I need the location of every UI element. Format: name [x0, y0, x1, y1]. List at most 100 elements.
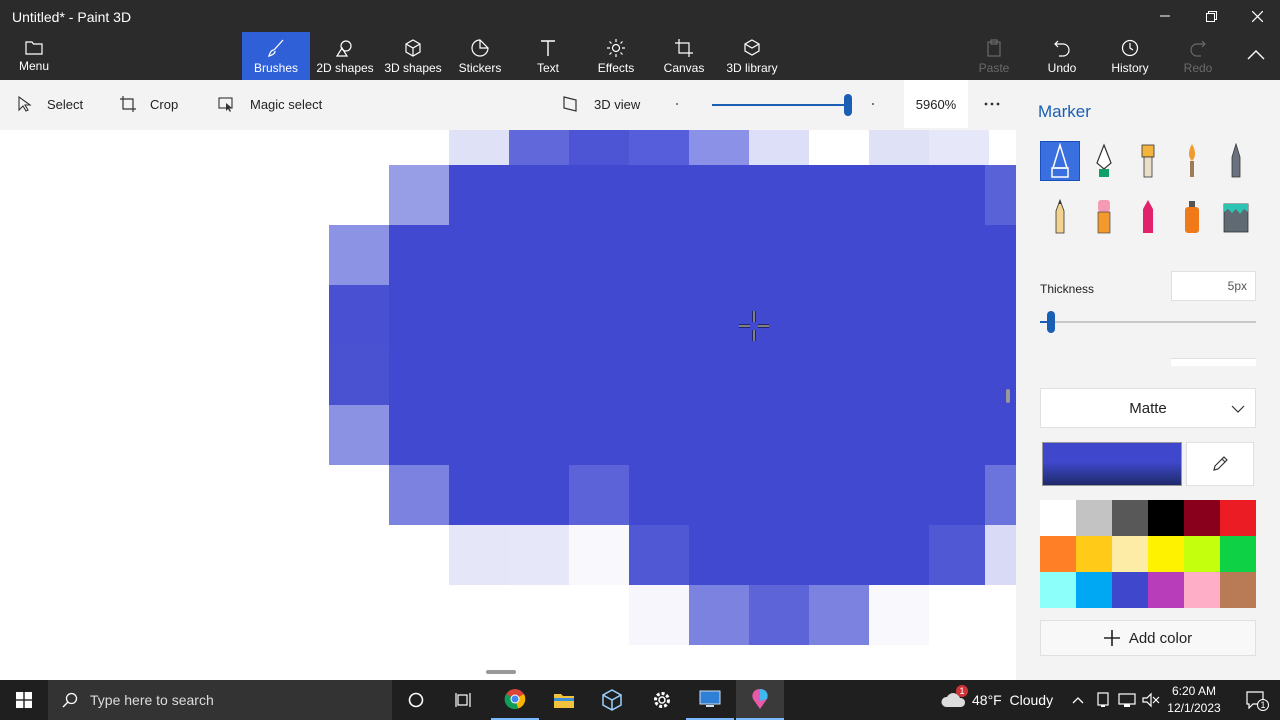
- canvas-pixel: [809, 345, 869, 405]
- text-icon: [541, 40, 555, 56]
- canvas-pixel: [749, 525, 809, 585]
- tab-3d-shapes[interactable]: 3D shapes: [382, 32, 444, 80]
- device-tray-button[interactable]: [1092, 680, 1114, 720]
- thickness-slider-thumb[interactable]: [1046, 311, 1055, 333]
- canvas-pixel: [809, 405, 869, 465]
- color-swatch[interactable]: [1076, 500, 1112, 536]
- network-button[interactable]: [1116, 680, 1138, 720]
- spray-can-button[interactable]: [1172, 197, 1212, 237]
- task-view-button[interactable]: [440, 680, 488, 720]
- color-swatch[interactable]: [1220, 572, 1256, 608]
- paste-button[interactable]: Paste: [970, 32, 1018, 80]
- taskbar-paint-3d[interactable]: [736, 680, 784, 720]
- tab-text[interactable]: Text: [524, 32, 572, 80]
- redo-button[interactable]: Redo: [1174, 32, 1222, 80]
- color-swatch[interactable]: [1040, 500, 1076, 536]
- volume-button[interactable]: [1140, 680, 1162, 720]
- canvas-pixel: [629, 585, 689, 645]
- color-swatch[interactable]: [1184, 536, 1220, 572]
- thickness-input[interactable]: 5px: [1171, 271, 1256, 301]
- color-swatch[interactable]: [1076, 536, 1112, 572]
- pixel-pen-button[interactable]: [1216, 141, 1256, 181]
- canvas-pixel: [629, 165, 689, 225]
- more-options-button[interactable]: [984, 80, 1014, 128]
- oil-brush-button[interactable]: [1128, 141, 1168, 181]
- watercolor-brush-button[interactable]: [1172, 141, 1212, 181]
- vertical-scrollbar[interactable]: [1006, 389, 1010, 403]
- close-button[interactable]: [1234, 0, 1280, 32]
- color-swatch[interactable]: [1148, 536, 1184, 572]
- pencil-button[interactable]: [1040, 197, 1080, 237]
- canvas-pixel: [329, 225, 389, 285]
- current-color-swatch[interactable]: [1042, 442, 1182, 486]
- canvas-pixel: [569, 345, 629, 405]
- tab-3d-library[interactable]: 3D library: [722, 32, 782, 80]
- color-swatch[interactable]: [1040, 536, 1076, 572]
- canvas-pixel: [509, 225, 569, 285]
- canvas-pixel: [689, 465, 749, 525]
- crayon-button[interactable]: [1128, 197, 1168, 237]
- zoom-in-button[interactable]: [872, 80, 888, 128]
- 3d-view-button[interactable]: 3D view: [562, 80, 640, 128]
- taskbar-file-explorer[interactable]: [540, 680, 588, 720]
- color-swatch[interactable]: [1148, 572, 1184, 608]
- canvas-pixel: [569, 225, 629, 285]
- minimize-button[interactable]: [1142, 0, 1188, 32]
- notification-center-button[interactable]: 1: [1232, 680, 1280, 720]
- magic-select-label: Magic select: [250, 96, 323, 112]
- show-hidden-icons-button[interactable]: [1068, 680, 1088, 720]
- collapse-ribbon-button[interactable]: [1236, 32, 1276, 80]
- tab-stickers[interactable]: Stickers: [452, 32, 508, 80]
- color-swatch[interactable]: [1112, 500, 1148, 536]
- fill-bucket-button[interactable]: [1216, 197, 1256, 237]
- color-swatch[interactable]: [1220, 536, 1256, 572]
- horizontal-scrollbar[interactable]: [486, 670, 516, 674]
- tab-canvas[interactable]: Canvas: [660, 32, 708, 80]
- menu-button[interactable]: Menu: [10, 32, 58, 80]
- restore-button[interactable]: [1188, 0, 1234, 32]
- magic-select-button[interactable]: Magic select: [218, 80, 322, 128]
- select-button[interactable]: Select: [17, 80, 83, 128]
- undo-button[interactable]: Undo: [1038, 32, 1086, 80]
- color-swatch[interactable]: [1112, 536, 1148, 572]
- eraser-button[interactable]: [1084, 197, 1124, 237]
- tab-brushes[interactable]: Brushes: [242, 32, 310, 80]
- zoom-slider-thumb[interactable]: [843, 94, 852, 116]
- color-swatch[interactable]: [1184, 500, 1220, 536]
- search-box[interactable]: Type here to search: [48, 680, 392, 720]
- eyedropper-button[interactable]: [1186, 442, 1254, 486]
- zoom-out-button[interactable]: [676, 80, 692, 128]
- thickness-slider[interactable]: [1040, 311, 1256, 333]
- canvas-pixel: [985, 405, 1016, 465]
- weather-widget[interactable]: 1 48°F Cloudy: [940, 680, 1053, 720]
- zoom-percentage[interactable]: 5960%: [904, 80, 968, 128]
- taskbar-settings[interactable]: [638, 680, 686, 720]
- weather-text: 48°F Cloudy: [972, 692, 1054, 708]
- tab-2d-shapes[interactable]: 2D shapes: [314, 32, 376, 80]
- finish-dropdown[interactable]: Matte: [1040, 388, 1256, 428]
- tab-effects[interactable]: Effects: [592, 32, 640, 80]
- calligraphy-pen-button[interactable]: [1084, 141, 1124, 181]
- taskbar-chrome[interactable]: [491, 680, 539, 720]
- zoom-slider[interactable]: [712, 94, 852, 116]
- color-swatch[interactable]: [1040, 572, 1076, 608]
- marker-brush-button[interactable]: [1040, 141, 1080, 181]
- color-palette: [1040, 500, 1256, 608]
- taskbar-3d-viewer[interactable]: [588, 680, 636, 720]
- start-button[interactable]: [0, 680, 48, 720]
- taskbar-remote-desktop[interactable]: [686, 680, 734, 720]
- color-swatch[interactable]: [1112, 572, 1148, 608]
- color-swatch[interactable]: [1148, 500, 1184, 536]
- canvas-pixel: [629, 285, 689, 345]
- cortana-button[interactable]: [392, 680, 440, 720]
- history-button[interactable]: History: [1104, 32, 1156, 80]
- add-color-button[interactable]: Add color: [1040, 620, 1256, 656]
- drawing-canvas[interactable]: [0, 130, 1016, 680]
- canvas-pixel: [569, 525, 629, 585]
- crop-button[interactable]: Crop: [120, 80, 178, 128]
- color-swatch[interactable]: [1220, 500, 1256, 536]
- folder-icon: [25, 41, 43, 55]
- clock[interactable]: 6:20 AM 12/1/2023: [1166, 683, 1222, 717]
- color-swatch[interactable]: [1184, 572, 1220, 608]
- color-swatch[interactable]: [1076, 572, 1112, 608]
